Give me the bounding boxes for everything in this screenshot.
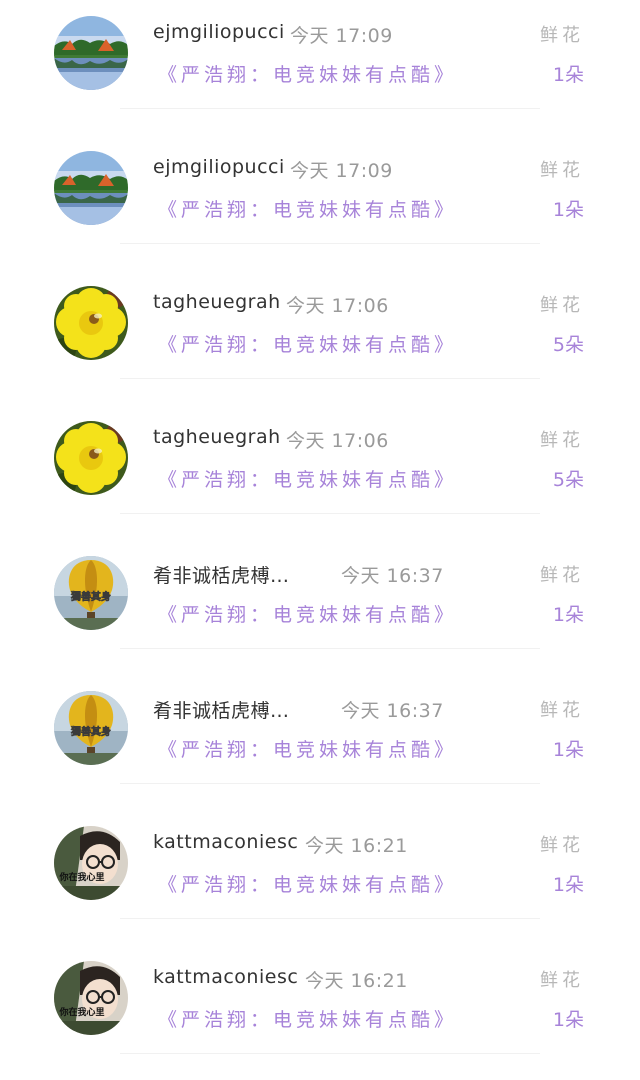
list-item[interactable]: 你在我心里 kattmaconiesc 今天 16:21 《严浩翔：电竞妹妹有点… <box>0 810 640 945</box>
list-item[interactable]: ejmgiliopucci 今天 17:09 《严浩翔：电竞妹妹有点酷》 鲜花 … <box>0 0 640 135</box>
list-item[interactable]: tagheuegrah 今天 17:06 《严浩翔：电竞妹妹有点酷》 鲜花 5朵 <box>0 405 640 540</box>
work-title-link[interactable]: 《严浩翔：电竞妹妹有点酷》 <box>158 330 457 357</box>
timestamp: 今天 16:37 <box>341 700 444 722</box>
timestamp: 今天 17:06 <box>286 295 389 317</box>
lake-landscape-avatar[interactable] <box>54 16 128 90</box>
flower-label: 鲜花 <box>540 970 584 991</box>
yellow-flower-avatar[interactable] <box>54 421 128 495</box>
timestamp: 今天 16:21 <box>305 970 408 992</box>
flower-count: 1朵 <box>552 1009 584 1031</box>
flower-count: 1朵 <box>552 874 584 896</box>
hot-air-balloon-avatar[interactable]: 獨善其身 <box>54 691 128 765</box>
flower-label: 鲜花 <box>540 295 584 316</box>
flower-label: 鲜花 <box>540 565 584 586</box>
flower-count: 1朵 <box>552 199 584 221</box>
timestamp: 今天 17:06 <box>286 430 389 452</box>
gift-record-list: ejmgiliopucci 今天 17:09 《严浩翔：电竞妹妹有点酷》 鲜花 … <box>0 0 640 1054</box>
username[interactable]: 肴非诚栝虎榑… <box>153 561 290 588</box>
flower-count: 1朵 <box>552 64 584 86</box>
timestamp: 今天 16:21 <box>305 835 408 857</box>
username[interactable]: ejmgiliopucci <box>153 21 285 43</box>
flower-count: 5朵 <box>552 469 584 491</box>
username[interactable]: 肴非诚栝虎榑… <box>153 696 290 723</box>
glasses-person-avatar[interactable]: 你在我心里 <box>54 826 128 900</box>
work-title-link[interactable]: 《严浩翔：电竞妹妹有点酷》 <box>158 465 457 492</box>
flower-label: 鲜花 <box>540 160 584 181</box>
flower-label: 鲜花 <box>540 430 584 451</box>
list-item[interactable]: 獨善其身 肴非诚栝虎榑… 今天 16:37 《严浩翔：电竞妹妹有点酷》 鲜花 1… <box>0 675 640 810</box>
avatar-caption: 你在我心里 <box>58 871 104 883</box>
avatar-caption: 獨善其身 <box>70 725 111 738</box>
username[interactable]: ejmgiliopucci <box>153 156 285 178</box>
flower-label: 鲜花 <box>540 835 584 856</box>
username[interactable]: kattmaconiesc <box>153 966 298 988</box>
glasses-person-avatar[interactable]: 你在我心里 <box>54 961 128 1035</box>
flower-count: 1朵 <box>552 739 584 761</box>
flower-count: 1朵 <box>552 604 584 626</box>
flower-label: 鲜花 <box>540 700 584 721</box>
list-item[interactable]: tagheuegrah 今天 17:06 《严浩翔：电竞妹妹有点酷》 鲜花 5朵 <box>0 270 640 405</box>
username[interactable]: tagheuegrah <box>153 291 281 313</box>
timestamp: 今天 16:37 <box>341 565 444 587</box>
list-item[interactable]: 獨善其身 肴非诚栝虎榑… 今天 16:37 《严浩翔：电竞妹妹有点酷》 鲜花 1… <box>0 540 640 675</box>
yellow-flower-avatar[interactable] <box>54 286 128 360</box>
work-title-link[interactable]: 《严浩翔：电竞妹妹有点酷》 <box>158 735 457 762</box>
work-title-link[interactable]: 《严浩翔：电竞妹妹有点酷》 <box>158 870 457 897</box>
username[interactable]: kattmaconiesc <box>153 831 298 853</box>
lake-landscape-avatar[interactable] <box>54 151 128 225</box>
hot-air-balloon-avatar[interactable]: 獨善其身 <box>54 556 128 630</box>
flower-label: 鲜花 <box>540 25 584 46</box>
list-item[interactable]: 你在我心里 kattmaconiesc 今天 16:21 《严浩翔：电竞妹妹有点… <box>0 945 640 1080</box>
work-title-link[interactable]: 《严浩翔：电竞妹妹有点酷》 <box>158 195 457 222</box>
list-item[interactable]: ejmgiliopucci 今天 17:09 《严浩翔：电竞妹妹有点酷》 鲜花 … <box>0 135 640 270</box>
work-title-link[interactable]: 《严浩翔：电竞妹妹有点酷》 <box>158 1005 457 1032</box>
flower-count: 5朵 <box>552 334 584 356</box>
timestamp: 今天 17:09 <box>290 25 393 47</box>
username[interactable]: tagheuegrah <box>153 426 281 448</box>
work-title-link[interactable]: 《严浩翔：电竞妹妹有点酷》 <box>158 600 457 627</box>
work-title-link[interactable]: 《严浩翔：电竞妹妹有点酷》 <box>158 60 457 87</box>
avatar-caption: 獨善其身 <box>70 590 111 603</box>
avatar-caption: 你在我心里 <box>58 1006 104 1018</box>
timestamp: 今天 17:09 <box>290 160 393 182</box>
